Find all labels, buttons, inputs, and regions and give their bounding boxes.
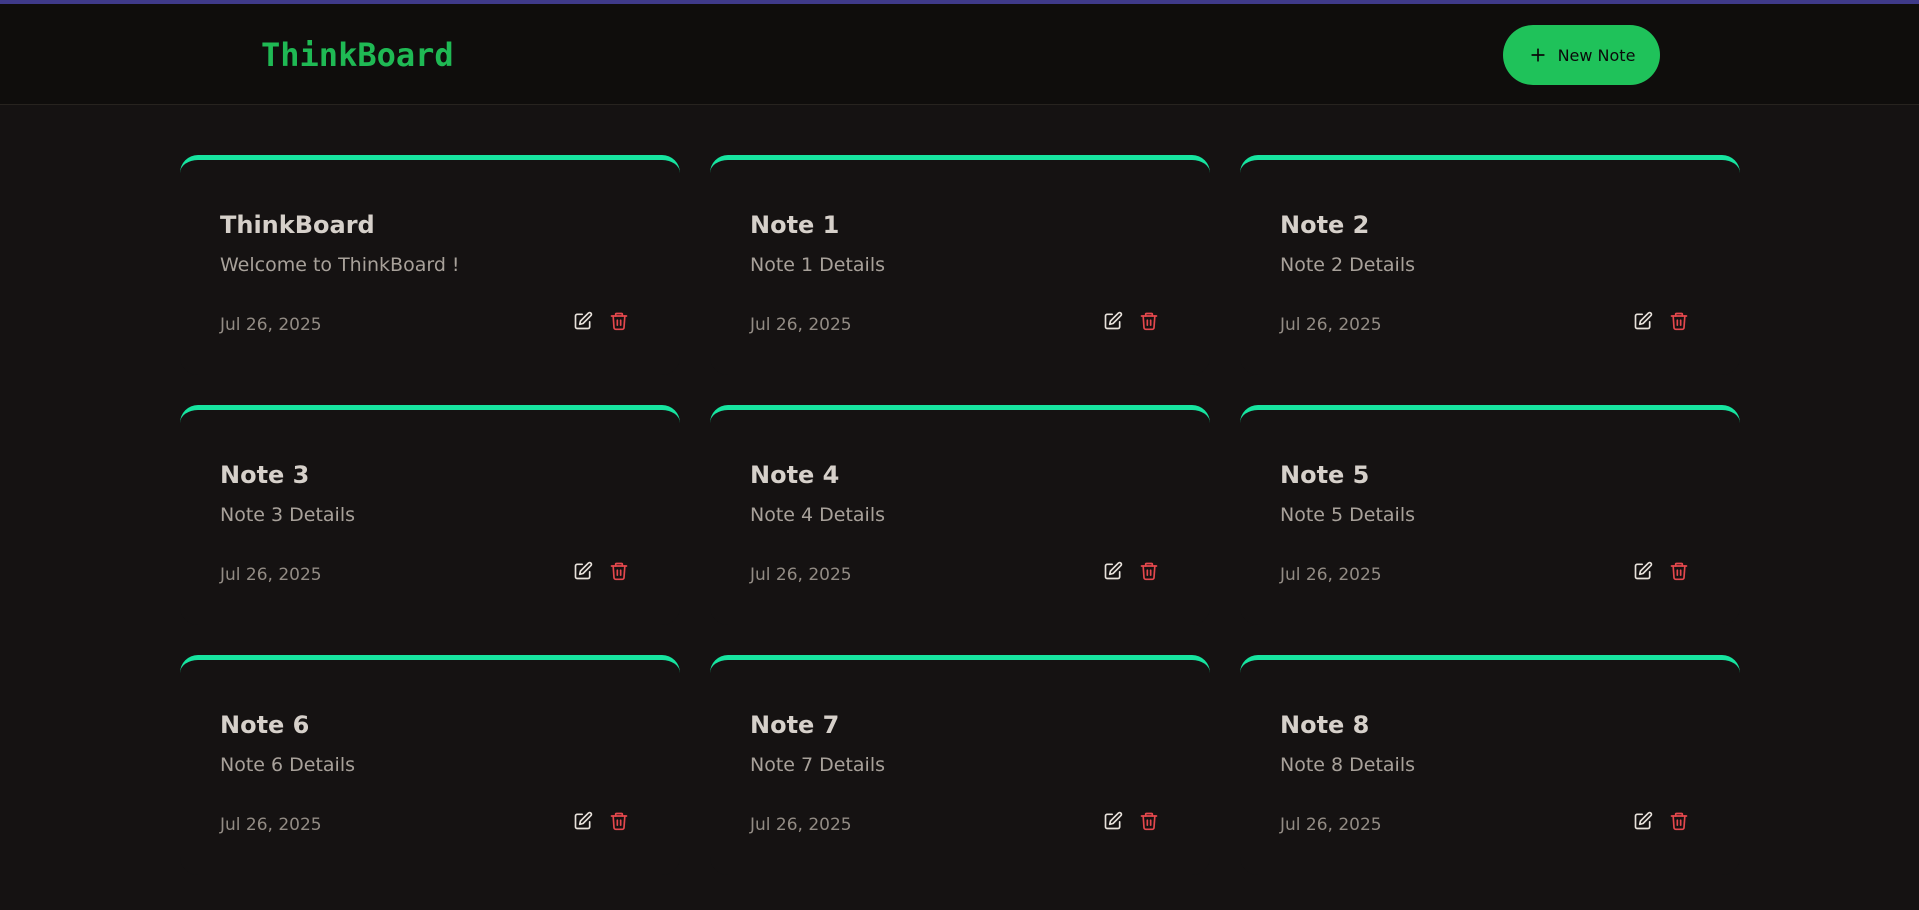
note-actions <box>1103 561 1159 581</box>
note-date: Jul 26, 2025 <box>1280 815 1382 835</box>
note-card[interactable]: Note 4 Note 4 Details Jul 26, 2025 <box>710 405 1210 625</box>
note-content: Note 6 Details <box>220 754 356 776</box>
note-title: Note 8 <box>1280 711 1370 739</box>
note-card[interactable]: Note 1 Note 1 Details Jul 26, 2025 <box>710 155 1210 375</box>
note-date: Jul 26, 2025 <box>220 565 322 585</box>
note-actions <box>1633 561 1689 581</box>
delete-button[interactable] <box>609 311 629 331</box>
new-note-button[interactable]: New Note <box>1503 25 1660 85</box>
note-title: Note 7 <box>750 711 840 739</box>
note-actions <box>1103 311 1159 331</box>
note-date: Jul 26, 2025 <box>1280 565 1382 585</box>
edit-icon <box>1634 561 1653 580</box>
trash-icon <box>610 812 628 831</box>
edit-icon <box>574 311 593 330</box>
trash-icon <box>1670 312 1688 331</box>
note-content: Note 5 Details <box>1280 504 1416 526</box>
note-date: Jul 26, 2025 <box>220 815 322 835</box>
delete-button[interactable] <box>609 561 629 581</box>
note-actions <box>573 811 629 831</box>
delete-button[interactable] <box>609 811 629 831</box>
note-title: Note 6 <box>220 711 310 739</box>
trash-icon <box>1670 812 1688 831</box>
note-date: Jul 26, 2025 <box>1280 315 1382 335</box>
edit-button[interactable] <box>1633 811 1653 831</box>
navbar: ThinkBoard New Note <box>0 4 1919 105</box>
note-actions <box>573 561 629 581</box>
delete-button[interactable] <box>1669 561 1689 581</box>
note-content: Note 4 Details <box>750 504 886 526</box>
note-content: Note 2 Details <box>1280 254 1416 276</box>
edit-icon <box>1104 561 1123 580</box>
trash-icon <box>1670 562 1688 581</box>
note-date: Jul 26, 2025 <box>750 815 852 835</box>
edit-button[interactable] <box>573 811 593 831</box>
edit-icon <box>1634 811 1653 830</box>
note-card[interactable]: Note 7 Note 7 Details Jul 26, 2025 <box>710 655 1210 875</box>
note-actions <box>1633 311 1689 331</box>
note-date: Jul 26, 2025 <box>750 315 852 335</box>
edit-button[interactable] <box>1633 311 1653 331</box>
note-content: Note 7 Details <box>750 754 886 776</box>
note-title: Note 5 <box>1280 461 1370 489</box>
edit-button[interactable] <box>573 561 593 581</box>
note-content: Note 1 Details <box>750 254 886 276</box>
edit-button[interactable] <box>1103 811 1123 831</box>
note-card[interactable]: Note 2 Note 2 Details Jul 26, 2025 <box>1240 155 1740 375</box>
note-card[interactable]: Note 5 Note 5 Details Jul 26, 2025 <box>1240 405 1740 625</box>
trash-icon <box>1140 812 1158 831</box>
trash-icon <box>1140 312 1158 331</box>
plus-icon <box>1530 48 1545 62</box>
edit-icon <box>1634 311 1653 330</box>
note-card[interactable]: Note 6 Note 6 Details Jul 26, 2025 <box>180 655 680 875</box>
note-actions <box>1633 811 1689 831</box>
delete-button[interactable] <box>1139 811 1159 831</box>
delete-button[interactable] <box>1669 311 1689 331</box>
edit-button[interactable] <box>573 311 593 331</box>
trash-icon <box>610 312 628 331</box>
notes-grid: ThinkBoard Welcome to ThinkBoard ! Jul 2… <box>180 155 1740 875</box>
edit-icon <box>1104 811 1123 830</box>
brand-logo-text[interactable]: ThinkBoard <box>261 35 454 75</box>
note-card[interactable]: ThinkBoard Welcome to ThinkBoard ! Jul 2… <box>180 155 680 375</box>
note-title: Note 2 <box>1280 211 1370 239</box>
note-card[interactable]: Note 3 Note 3 Details Jul 26, 2025 <box>180 405 680 625</box>
edit-button[interactable] <box>1103 311 1123 331</box>
trash-icon <box>610 562 628 581</box>
note-title: Note 3 <box>220 461 310 489</box>
edit-icon <box>1104 311 1123 330</box>
note-content: Note 8 Details <box>1280 754 1416 776</box>
note-card[interactable]: Note 8 Note 8 Details Jul 26, 2025 <box>1240 655 1740 875</box>
delete-button[interactable] <box>1139 311 1159 331</box>
edit-icon <box>574 561 593 580</box>
note-date: Jul 26, 2025 <box>750 565 852 585</box>
note-date: Jul 26, 2025 <box>220 315 322 335</box>
note-actions <box>573 311 629 331</box>
new-note-label: New Note <box>1557 45 1636 65</box>
note-content: Note 3 Details <box>220 504 356 526</box>
delete-button[interactable] <box>1139 561 1159 581</box>
delete-button[interactable] <box>1669 811 1689 831</box>
trash-icon <box>1140 562 1158 581</box>
note-actions <box>1103 811 1159 831</box>
note-title: Note 1 <box>750 211 840 239</box>
note-content: Welcome to ThinkBoard ! <box>220 254 460 276</box>
edit-button[interactable] <box>1103 561 1123 581</box>
edit-icon <box>574 811 593 830</box>
note-title: Note 4 <box>750 461 840 489</box>
note-title: ThinkBoard <box>220 211 375 239</box>
edit-button[interactable] <box>1633 561 1653 581</box>
